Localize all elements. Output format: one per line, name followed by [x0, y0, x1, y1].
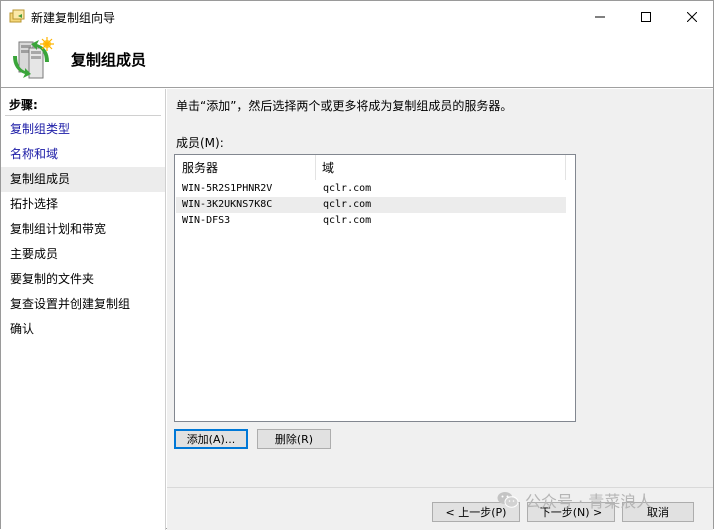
table-row[interactable]: WIN-3K2UKNS7K8C qclr.com — [176, 197, 566, 213]
server-cell: WIN-DFS3 — [182, 215, 231, 226]
step-replication-group-members: 复制组成员 — [1, 167, 165, 192]
table-row[interactable]: WIN-DFS3 qclr.com — [176, 213, 566, 229]
steps-heading: 步骤: — [9, 98, 38, 112]
members-list[interactable]: 服务器 域 WIN-5R2S1PHNR2V qclr.com WIN-3K2UK… — [174, 154, 576, 422]
replication-servers-icon — [13, 37, 54, 79]
title-bar: 新建复制组向导 — [1, 1, 713, 32]
minimize-icon — [595, 16, 605, 17]
column-separator[interactable] — [315, 155, 316, 180]
server-cell: WIN-3K2UKNS7K8C — [182, 199, 273, 210]
column-header-server[interactable]: 服务器 — [182, 159, 218, 176]
watermark-text: 公众号 · 青菜浪人 — [525, 492, 653, 511]
wechat-icon — [497, 492, 519, 508]
close-button[interactable] — [669, 1, 714, 32]
domain-cell: qclr.com — [323, 199, 372, 210]
domain-cell: qclr.com — [323, 215, 372, 226]
step-confirmation: 确认 — [10, 322, 35, 336]
members-label: 成员(M): — [176, 136, 224, 150]
step-review-settings: 复查设置并创建复制组 — [10, 297, 131, 311]
column-separator[interactable] — [565, 155, 566, 180]
server-cell: WIN-5R2S1PHNR2V — [182, 183, 273, 194]
window-title: 新建复制组向导 — [31, 11, 116, 25]
wizard-app-icon — [9, 9, 25, 23]
step-folders-to-replicate: 要复制的文件夹 — [10, 272, 95, 286]
members-list-header: 服务器 域 — [175, 155, 575, 180]
main-content: 单击“添加”，然后选择两个或更多将成为复制组成员的服务器。 成员(M): 服务器… — [167, 89, 713, 530]
page-title: 复制组成员 — [71, 51, 147, 69]
domain-cell: qclr.com — [323, 183, 372, 194]
minimize-button[interactable] — [577, 1, 623, 32]
step-name-and-domain[interactable]: 名称和域 — [1, 142, 165, 167]
remove-button[interactable]: 删除(R) — [257, 429, 331, 449]
add-button[interactable]: 添加(A)... — [174, 429, 248, 449]
maximize-icon — [641, 11, 651, 22]
step-replication-group-type[interactable]: 复制组类型 — [1, 117, 165, 142]
column-header-domain[interactable]: 域 — [322, 159, 334, 176]
instruction-text: 单击“添加”，然后选择两个或更多将成为复制组成员的服务器。 — [176, 99, 513, 113]
wizard-window: 新建复制组向导 复制组成员 步骤: 复制组类型 名称和域 复制组成员 拓扑选择 … — [0, 0, 714, 530]
table-row[interactable]: WIN-5R2S1PHNR2V qclr.com — [176, 181, 566, 197]
steps-divider — [5, 115, 161, 116]
step-topology-selection: 拓扑选择 — [10, 197, 59, 211]
wizard-header: 复制组成员 — [1, 32, 713, 88]
steps-sidebar: 步骤: 复制组类型 名称和域 复制组成员 拓扑选择 复制组计划和带宽 主要成员 … — [1, 89, 166, 530]
close-icon — [687, 11, 697, 22]
step-schedule-and-bandwidth: 复制组计划和带宽 — [10, 222, 107, 236]
step-primary-member: 主要成员 — [10, 247, 59, 261]
watermark: 公众号 · 青菜浪人 — [497, 488, 652, 512]
maximize-button[interactable] — [623, 1, 669, 32]
